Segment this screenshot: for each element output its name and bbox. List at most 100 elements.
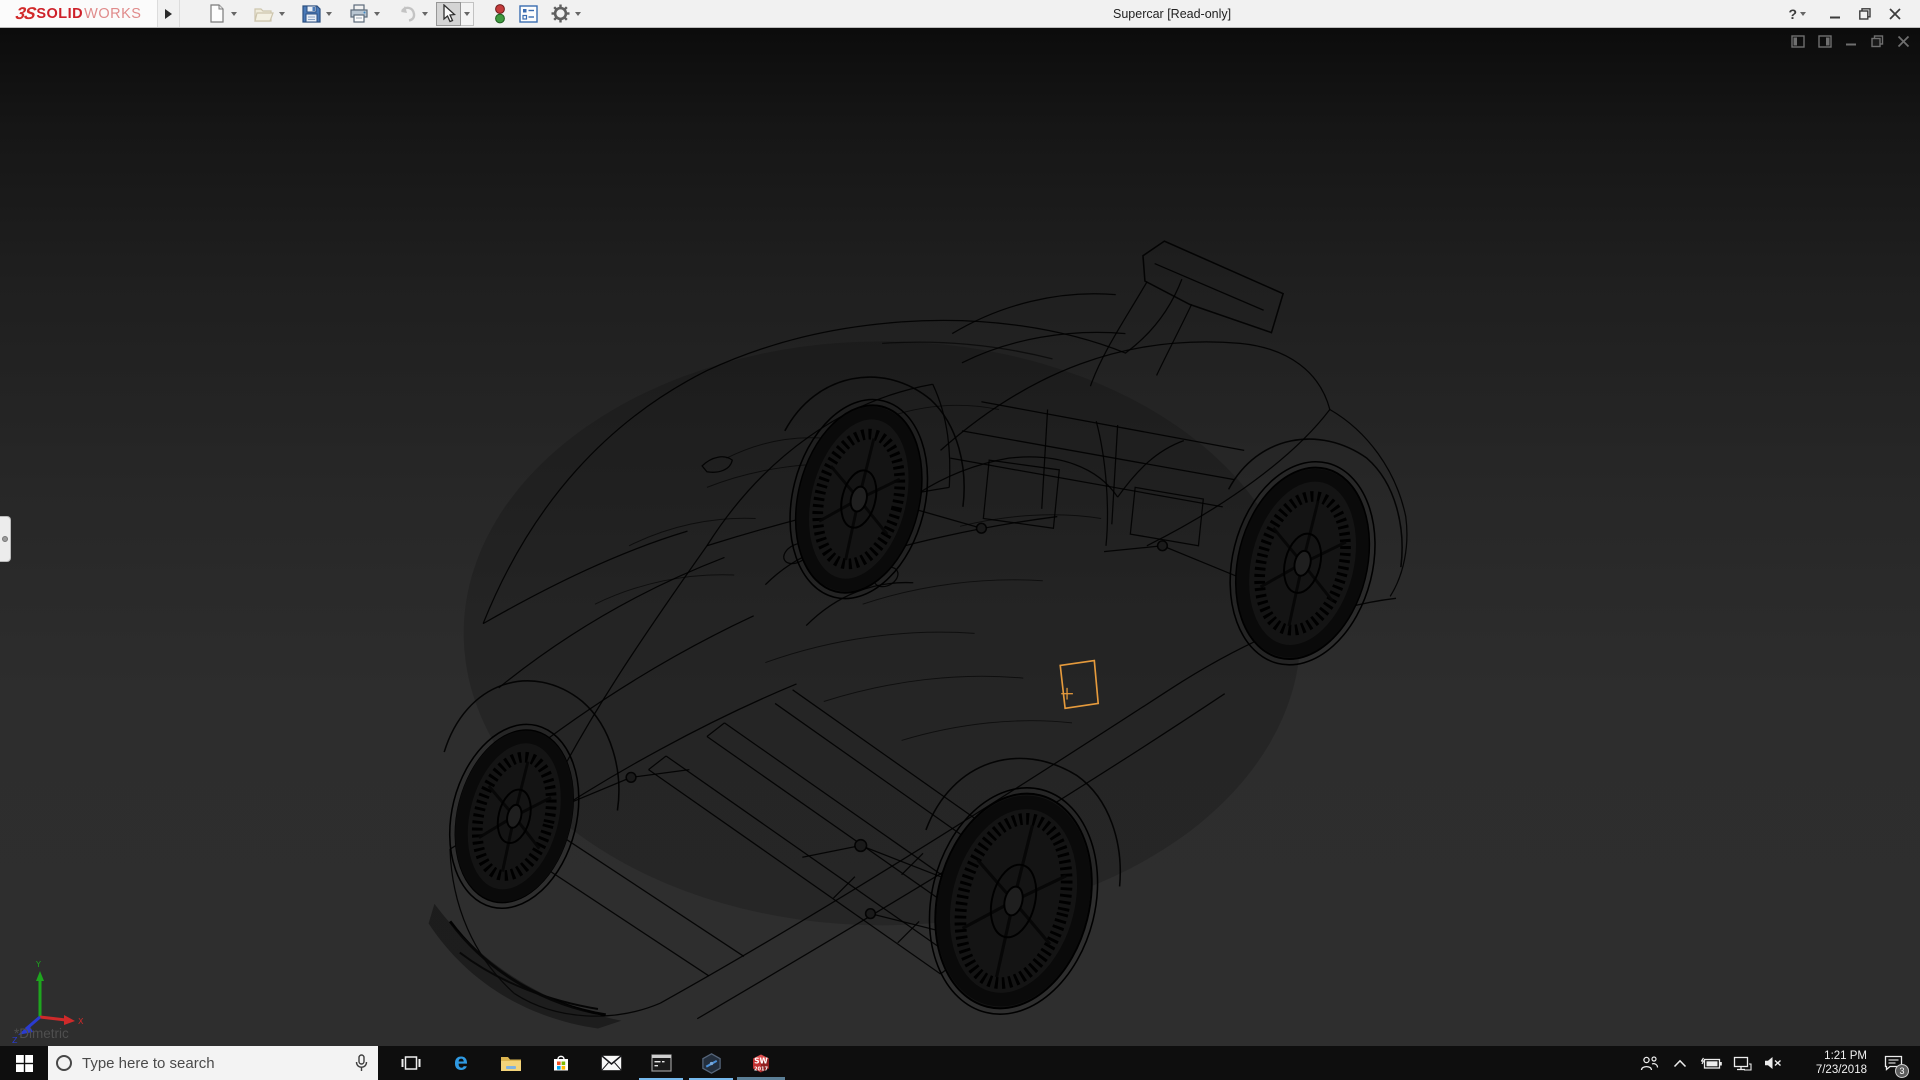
cortana-icon	[56, 1055, 72, 1071]
title-bar: 3S SOLID WORKS	[0, 0, 1920, 28]
solidworks-2017-button[interactable]: SW 2017	[736, 1046, 786, 1080]
file-explorer-icon	[500, 1054, 522, 1072]
rebuild-traffic-light-icon	[494, 4, 506, 24]
solidworks-logo-text-light: WORKS	[84, 6, 141, 22]
new-document-icon	[208, 4, 226, 23]
document-title: Supercar [Read-only]	[1113, 0, 1231, 28]
print-button[interactable]	[347, 2, 371, 26]
solidworks-logo: 3S SOLID WORKS	[0, 0, 158, 27]
action-center-button[interactable]: 3	[1878, 1046, 1908, 1080]
new-document-dropdown[interactable]	[231, 12, 237, 16]
undo-icon	[397, 5, 417, 22]
undo-button[interactable]	[395, 2, 419, 26]
volume-muted-icon	[1764, 1056, 1782, 1070]
minimize-icon	[1830, 9, 1841, 20]
system-tray: 1:21 PM 7/23/2018 3	[1638, 1046, 1920, 1080]
taskbar-clock[interactable]: 1:21 PM 7/23/2018	[1795, 1049, 1867, 1078]
microphone-icon[interactable]	[355, 1054, 368, 1072]
solidworks-logo-text-bold: SOLID	[36, 6, 83, 22]
mail-icon	[601, 1055, 622, 1071]
triad-x-label: X	[78, 1017, 84, 1026]
store-button[interactable]	[536, 1046, 586, 1080]
doc-minimize-icon[interactable]	[1845, 35, 1858, 48]
triad-y-label: Y	[35, 960, 41, 969]
open-folder-icon	[254, 5, 274, 23]
doc-close-icon[interactable]	[1897, 35, 1910, 48]
toggle-pane-left-icon[interactable]	[1791, 35, 1805, 48]
document-window-controls	[1791, 35, 1910, 48]
edrawings-icon	[701, 1053, 722, 1074]
edge-icon: e	[454, 1050, 468, 1075]
close-button[interactable]	[1880, 0, 1910, 28]
feature-panel-flyout-tab[interactable]	[0, 516, 11, 562]
select-cursor-icon	[441, 4, 456, 23]
restore-button[interactable]	[1850, 0, 1880, 28]
windows-taskbar: Type here to search e	[0, 1046, 1920, 1080]
help-button[interactable]: ?	[1788, 6, 1812, 22]
doc-restore-icon[interactable]	[1871, 35, 1884, 48]
help-dropdown[interactable]	[1800, 12, 1806, 16]
flyout-arrow-icon	[165, 9, 172, 19]
search-placeholder: Type here to search	[82, 1055, 345, 1072]
restore-icon	[1859, 8, 1871, 20]
open-button[interactable]	[252, 2, 276, 26]
battery-button[interactable]	[1700, 1046, 1722, 1080]
windows-logo-icon	[16, 1055, 33, 1072]
command-prompt-icon	[651, 1054, 672, 1072]
print-dropdown[interactable]	[374, 12, 380, 16]
notification-badge: 3	[1895, 1064, 1909, 1078]
mail-button[interactable]	[586, 1046, 636, 1080]
save-floppy-icon	[302, 4, 321, 23]
wireframe-car-model[interactable]	[0, 28, 1920, 1046]
sw-icon-letters: SW	[754, 1056, 768, 1065]
options-button[interactable]	[549, 2, 572, 26]
volume-button[interactable]	[1762, 1046, 1784, 1080]
select-tool-group	[436, 2, 474, 26]
command-prompt-button[interactable]	[636, 1046, 686, 1080]
options-gear-icon	[551, 4, 570, 23]
taskbar-search-input[interactable]: Type here to search	[48, 1046, 378, 1080]
quick-access-toolbar	[206, 0, 587, 27]
solidworks-logo-mark: 3S	[13, 4, 36, 24]
file-explorer-button[interactable]	[486, 1046, 536, 1080]
flyout-tab-dot-icon	[2, 536, 8, 542]
toggle-pane-right-icon[interactable]	[1818, 35, 1832, 48]
file-properties-button[interactable]	[517, 2, 540, 26]
undo-dropdown[interactable]	[422, 12, 428, 16]
graphics-viewport[interactable]: Y X Z *Dimetric	[0, 28, 1920, 1046]
minimize-button[interactable]	[1820, 0, 1850, 28]
save-button[interactable]	[300, 2, 323, 26]
solidworks-2017-icon: SW 2017	[750, 1053, 772, 1074]
save-dropdown[interactable]	[326, 12, 332, 16]
task-view-button[interactable]	[386, 1046, 436, 1080]
network-icon	[1733, 1056, 1752, 1071]
clock-date: 7/23/2018	[1795, 1063, 1867, 1077]
edrawings-button[interactable]	[686, 1046, 736, 1080]
task-view-icon	[401, 1054, 421, 1072]
help-icon: ?	[1788, 6, 1797, 22]
view-orientation-label: *Dimetric	[14, 1026, 69, 1041]
window-controls: ?	[1788, 0, 1910, 28]
chevron-up-icon	[1673, 1059, 1687, 1068]
battery-charging-icon	[1701, 1057, 1722, 1070]
menu-flyout-button[interactable]	[158, 0, 180, 27]
print-icon	[349, 4, 369, 23]
edge-button[interactable]: e	[436, 1046, 486, 1080]
options-dropdown[interactable]	[575, 12, 581, 16]
network-button[interactable]	[1731, 1046, 1753, 1080]
new-document-button[interactable]	[206, 2, 228, 26]
open-dropdown[interactable]	[279, 12, 285, 16]
rebuild-button[interactable]	[492, 2, 508, 26]
hidden-icons-button[interactable]	[1669, 1046, 1691, 1080]
sw-icon-year: 2017	[754, 1066, 768, 1072]
select-tool-button[interactable]	[436, 2, 461, 26]
people-icon	[1640, 1056, 1659, 1071]
start-button[interactable]	[0, 1046, 48, 1080]
people-button[interactable]	[1638, 1046, 1660, 1080]
close-icon	[1889, 8, 1901, 20]
select-tool-dropdown[interactable]	[461, 2, 474, 26]
clock-time: 1:21 PM	[1795, 1049, 1867, 1063]
taskbar-apps: e	[386, 1046, 786, 1080]
store-icon	[551, 1053, 571, 1073]
select-caret-icon	[464, 12, 470, 16]
